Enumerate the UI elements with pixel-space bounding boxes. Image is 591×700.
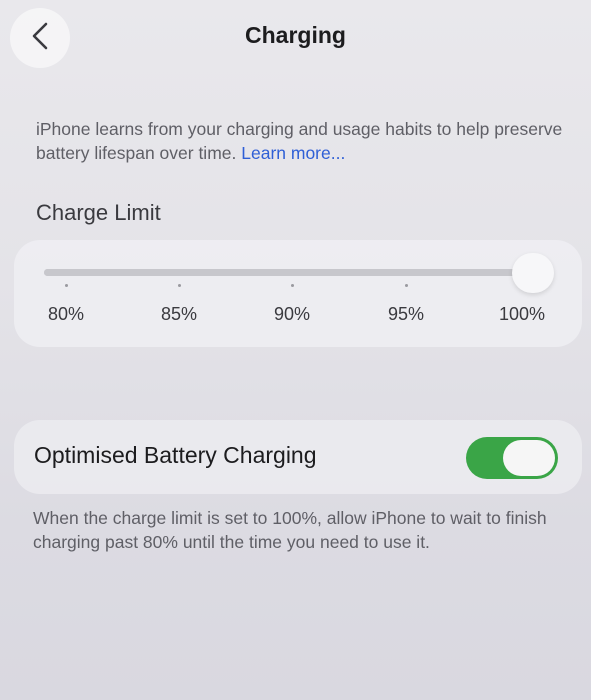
charge-limit-slider[interactable] bbox=[44, 269, 544, 276]
slider-tick-label: 85% bbox=[160, 304, 198, 324]
learn-more-link[interactable]: Learn more... bbox=[241, 143, 345, 163]
slider-tick-dot bbox=[177, 284, 181, 287]
slider-tick-label: 100% bbox=[498, 304, 546, 324]
charge-limit-slider-card: 80% 85% 90% 95% 100% bbox=[14, 240, 582, 347]
slider-tick-dot bbox=[290, 284, 294, 287]
optimised-charging-row: Optimised Battery Charging bbox=[14, 420, 582, 494]
slider-fill bbox=[44, 269, 544, 276]
intro-text: iPhone learns from your charging and usa… bbox=[36, 117, 566, 165]
slider-tick-dot bbox=[404, 284, 408, 287]
slider-tick-label: 95% bbox=[387, 304, 425, 324]
slider-tick-label: 90% bbox=[273, 304, 311, 324]
slider-tick-dot bbox=[64, 284, 68, 287]
slider-tick-label: 80% bbox=[47, 304, 85, 324]
toggle-knob bbox=[503, 440, 555, 476]
charge-limit-header: Charge Limit bbox=[36, 200, 161, 225]
slider-thumb[interactable] bbox=[512, 253, 554, 293]
page-title: Charging bbox=[245, 22, 346, 48]
optimised-charging-footer: When the charge limit is set to 100%, al… bbox=[33, 508, 547, 552]
optimised-charging-toggle[interactable] bbox=[466, 437, 558, 479]
optimised-charging-label: Optimised Battery Charging bbox=[34, 442, 317, 468]
